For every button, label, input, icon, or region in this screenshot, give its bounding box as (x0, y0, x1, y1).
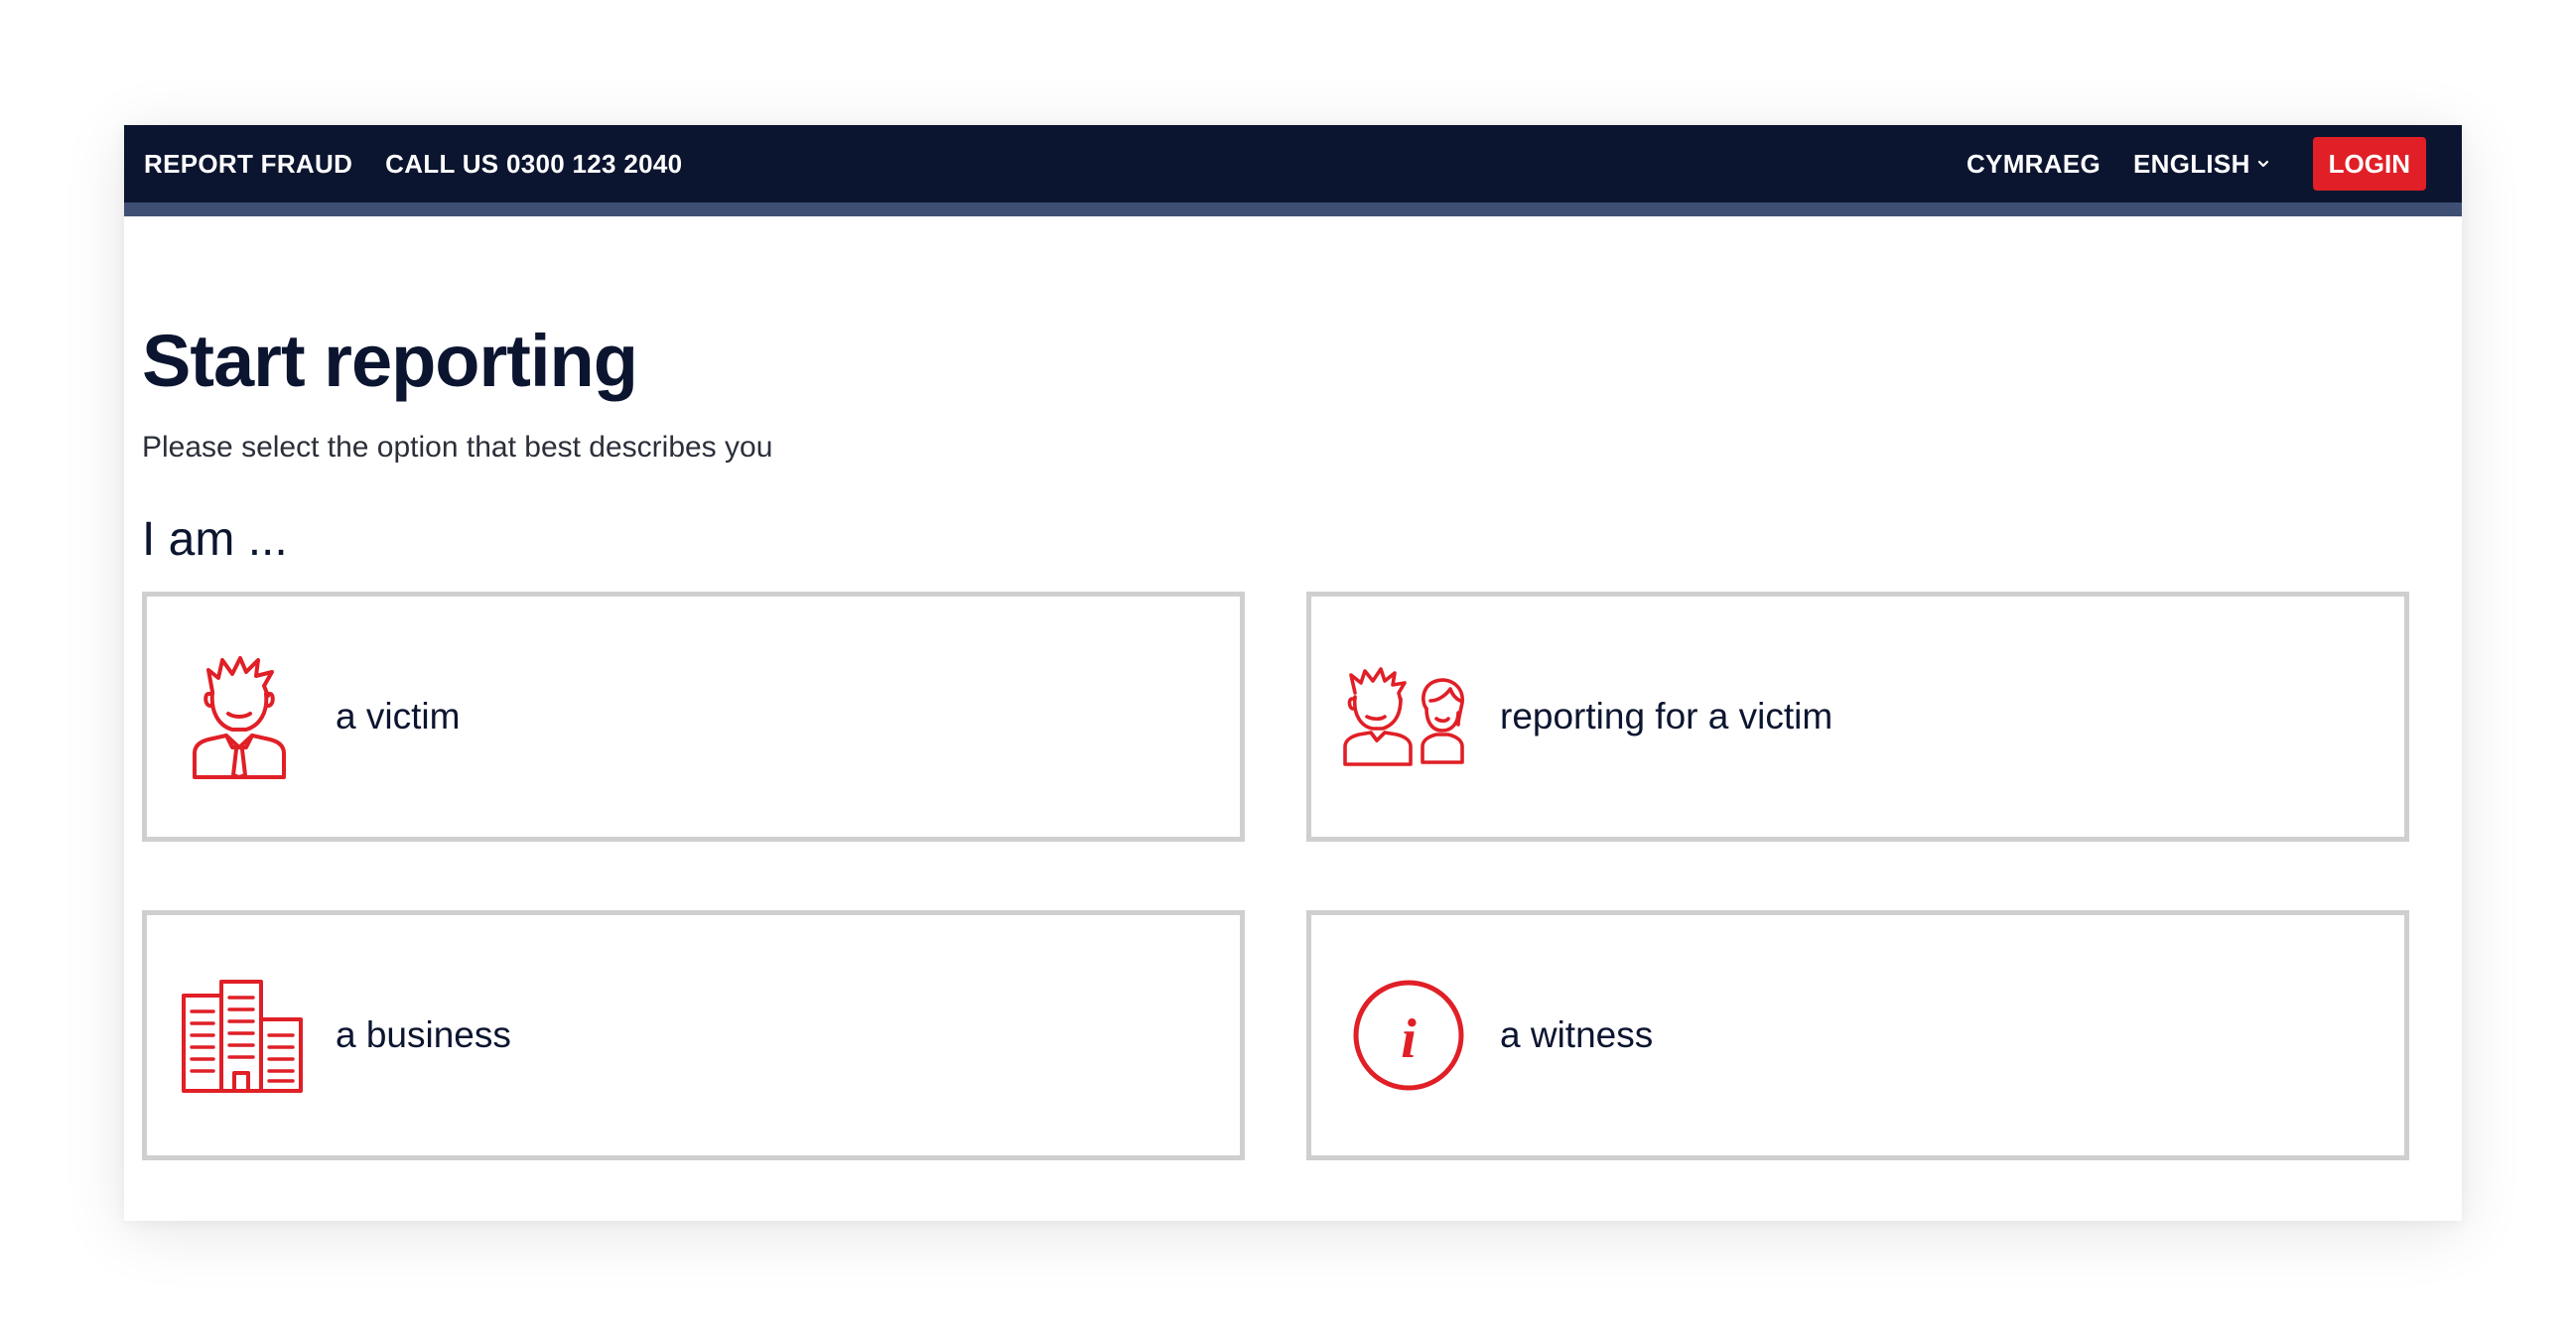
language-dropdown[interactable]: ENGLISH (2133, 149, 2270, 180)
option-label-victim: a victim (336, 696, 461, 736)
call-us-link[interactable]: CALL US 0300 123 2040 (385, 149, 682, 180)
login-button[interactable]: LOGIN (2312, 137, 2426, 191)
option-card-business[interactable]: a business (142, 910, 1245, 1160)
option-label-business: a business (336, 1014, 511, 1055)
nav-left-group: REPORT FRAUD CALL US 0300 123 2040 (144, 125, 715, 202)
svg-text:i: i (1401, 1008, 1417, 1070)
chevron-down-icon (2257, 160, 2268, 168)
page-subtitle: Please select the option that best descr… (142, 431, 773, 464)
victim-person-icon (193, 656, 286, 779)
report-fraud-link[interactable]: REPORT FRAUD (144, 149, 352, 180)
option-card-reporting-for-victim[interactable]: reporting for a victim (1306, 592, 2409, 842)
nav-right-group: CYMRAEG ENGLISH LOGIN (1934, 125, 2426, 202)
two-people-icon (1343, 667, 1464, 766)
office-buildings-icon (182, 980, 303, 1093)
browser-window: REPORT FRAUD CALL US 0300 123 2040 CYMRA… (124, 125, 2462, 1221)
option-label-witness: a witness (1500, 1014, 1654, 1055)
page-title: Start reporting (142, 320, 638, 402)
i-am-heading: I am ... (142, 513, 288, 566)
option-card-victim[interactable]: a victim (142, 592, 1245, 842)
language-dropdown-label: ENGLISH (2132, 148, 2250, 179)
topbar-accent-stripe (124, 202, 2462, 216)
option-card-witness[interactable]: i a witness (1306, 910, 2409, 1160)
information-circle-icon: i (1353, 980, 1464, 1091)
option-label-reporting-for-victim: reporting for a victim (1500, 696, 1833, 736)
top-navigation-bar: REPORT FRAUD CALL US 0300 123 2040 CYMRA… (124, 125, 2462, 202)
cymraeg-language-link[interactable]: CYMRAEG (1966, 149, 2101, 180)
